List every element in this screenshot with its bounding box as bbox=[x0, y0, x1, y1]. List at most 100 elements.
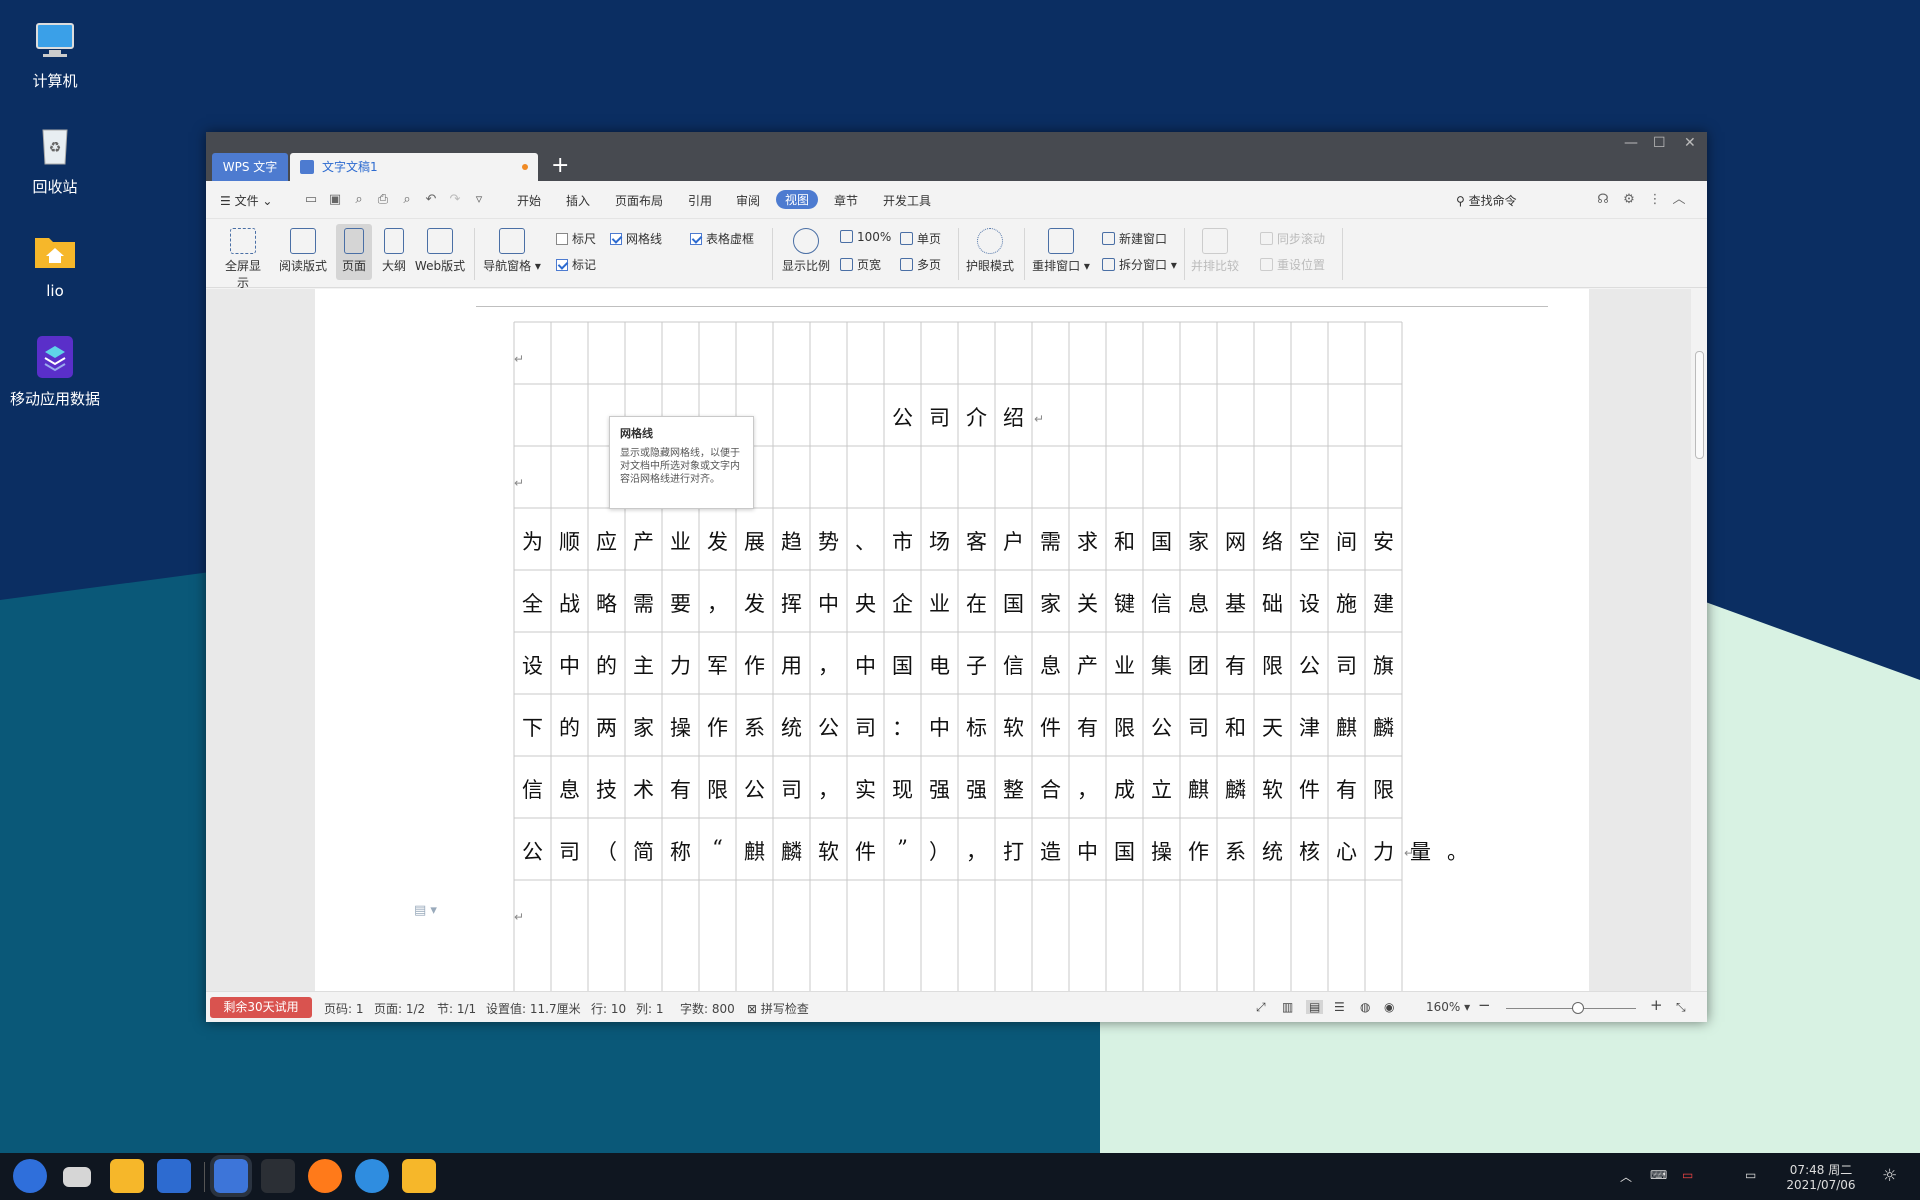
file-menu-button[interactable]: ☰ 文件 ⌄ bbox=[220, 192, 272, 209]
notification-icon[interactable]: ▭ bbox=[1682, 1168, 1693, 1182]
menu-reference[interactable]: 引用 bbox=[688, 192, 712, 209]
open-icon[interactable]: ▭ bbox=[304, 193, 318, 207]
page-code[interactable]: 页码: 1 bbox=[324, 1000, 364, 1017]
redo-icon[interactable]: ↷ bbox=[448, 193, 462, 207]
new-tab-button[interactable]: + bbox=[551, 152, 569, 180]
clock[interactable]: 07:48 周二 2021/07/06 bbox=[1786, 1161, 1856, 1192]
single-page-button[interactable]: 单页 bbox=[900, 230, 941, 247]
search-command[interactable]: ⚲ 查找命令 bbox=[1456, 192, 1517, 209]
tray-expand-icon[interactable]: ︿ bbox=[1620, 1168, 1632, 1185]
file-manager-icon[interactable] bbox=[110, 1159, 144, 1193]
arrange-window-button[interactable]: 重排窗口 ▾ bbox=[1032, 228, 1090, 274]
page-mode-status-icon[interactable]: ▤ bbox=[1306, 1000, 1324, 1014]
menu-chapter[interactable]: 章节 bbox=[834, 192, 858, 209]
setting-value[interactable]: 设置值: 11.7厘米 bbox=[486, 1000, 581, 1017]
reset-position-button[interactable]: 重设位置 bbox=[1260, 256, 1325, 273]
menu-page-layout[interactable]: 页面布局 bbox=[615, 192, 663, 209]
unsaved-dot-icon bbox=[522, 164, 528, 170]
page-view-button[interactable]: 页面 bbox=[336, 224, 372, 280]
menu-developer[interactable]: 开发工具 bbox=[883, 192, 931, 209]
zoom-slider-handle[interactable] bbox=[1572, 1002, 1584, 1014]
brightness-icon[interactable]: ☼ bbox=[1882, 1166, 1897, 1186]
messenger-icon[interactable] bbox=[355, 1159, 389, 1193]
paste-options-icon[interactable]: ▤ ▾ bbox=[414, 903, 437, 918]
gridline-checkbox[interactable]: 网格线 bbox=[610, 230, 662, 247]
zoom-in-button[interactable]: + bbox=[1650, 996, 1663, 1014]
zoom-100-button[interactable]: 100% bbox=[840, 230, 891, 244]
document-char: 限 bbox=[707, 778, 728, 802]
save-icon[interactable]: ▣ bbox=[328, 193, 342, 207]
folder-window-icon[interactable] bbox=[402, 1159, 436, 1193]
desktop-icon-mobile-data[interactable]: 移动应用数据 bbox=[0, 334, 110, 409]
print-icon[interactable]: ⎙ bbox=[376, 193, 390, 207]
document-page[interactable]: ↵ 公司介绍 ↵ ↵ 为顺应产业发展趋势、市场客户需求和国家网络空间安全战略需要，发挥中… bbox=[315, 289, 1589, 991]
fullscreen-button[interactable]: 全屏显示 bbox=[220, 228, 266, 291]
document-char: ” bbox=[897, 836, 908, 860]
keyboard-icon[interactable]: ⌨ bbox=[1650, 1168, 1667, 1182]
collapse-ribbon-icon[interactable]: ︿ bbox=[1672, 193, 1686, 207]
network-icon[interactable]: ▭ bbox=[1745, 1168, 1756, 1182]
eye-status-icon[interactable]: ◉ bbox=[1384, 1000, 1394, 1014]
mark-checkbox[interactable]: 标记 bbox=[556, 256, 596, 273]
wps-active-window-icon[interactable] bbox=[210, 1155, 252, 1197]
multitask-view-icon[interactable] bbox=[63, 1167, 91, 1187]
outline-button[interactable]: 大纲 bbox=[376, 228, 412, 274]
zoom-ratio-button[interactable]: 显示比例 bbox=[780, 228, 832, 274]
tab-wps-home[interactable]: WPS 文字 bbox=[212, 153, 288, 181]
desktop-icon-computer[interactable]: 计算机 bbox=[0, 16, 110, 91]
read-mode-button[interactable]: 阅读版式 bbox=[278, 228, 328, 274]
maximize-button[interactable]: ☐ bbox=[1653, 135, 1666, 151]
start-menu-icon[interactable] bbox=[13, 1159, 47, 1193]
multi-page-button[interactable]: 多页 bbox=[900, 256, 941, 273]
desktop-icon-trash[interactable]: ♻ 回收站 bbox=[0, 122, 110, 197]
web-layout-label: Web版式 bbox=[414, 259, 466, 273]
nav-pane-button[interactable]: 导航窗格 ▾ bbox=[482, 228, 542, 274]
trial-badge[interactable]: 剩余30天试用 bbox=[210, 997, 312, 1018]
print-preview-icon[interactable]: ⌕ bbox=[400, 193, 414, 207]
menu-review[interactable]: 审阅 bbox=[736, 192, 760, 209]
read-mode-status-icon[interactable]: ▥ bbox=[1282, 1000, 1293, 1014]
menu-insert[interactable]: 插入 bbox=[566, 192, 590, 209]
word-count[interactable]: 字数: 800 bbox=[680, 1000, 735, 1017]
zoom-out-button[interactable]: − bbox=[1478, 996, 1491, 1014]
document-char: 息 bbox=[1040, 654, 1061, 678]
quick-access-more-icon[interactable]: ▿ bbox=[472, 193, 486, 207]
undo-icon[interactable]: ↶ bbox=[424, 193, 438, 207]
menu-view[interactable]: 视图 bbox=[776, 190, 819, 209]
new-window-button[interactable]: 新建窗口 bbox=[1102, 230, 1167, 247]
document-char: 系 bbox=[1225, 840, 1246, 864]
support-icon[interactable]: ☊ bbox=[1596, 193, 1610, 207]
split-window-button[interactable]: 拆分窗口 ▾ bbox=[1102, 256, 1177, 273]
terminal-icon[interactable] bbox=[261, 1159, 295, 1193]
fullscreen-status-icon[interactable]: ⤢ bbox=[1256, 1000, 1266, 1015]
wps-writer-taskbar-icon[interactable] bbox=[157, 1159, 191, 1193]
minimize-button[interactable]: — bbox=[1624, 135, 1638, 151]
more-icon[interactable]: ⋮ bbox=[1648, 193, 1662, 207]
section-info[interactable]: 节: 1/1 bbox=[437, 1000, 476, 1017]
zoom-slider[interactable] bbox=[1506, 1008, 1636, 1009]
menu-start[interactable]: 开始 bbox=[517, 192, 541, 209]
page-count[interactable]: 页面: 1/2 bbox=[374, 1000, 425, 1017]
desktop-icon-home[interactable]: lio bbox=[0, 228, 110, 300]
sync-scroll-button[interactable]: 同步滚动 bbox=[1260, 230, 1325, 247]
scrollbar-thumb[interactable] bbox=[1695, 351, 1704, 459]
web-layout-button[interactable]: Web版式 bbox=[412, 228, 468, 274]
zoom-level[interactable]: 160% ▾ bbox=[1426, 1000, 1470, 1014]
document-char: 力 bbox=[670, 654, 691, 678]
close-button[interactable]: ✕ bbox=[1684, 135, 1696, 151]
fit-window-icon[interactable]: ⤡ bbox=[1676, 1000, 1686, 1015]
compare-button[interactable]: 并排比较 bbox=[1190, 228, 1240, 274]
table-border-checkbox[interactable]: 表格虚框 bbox=[690, 230, 754, 247]
gridline-tooltip: 网格线 显示或隐藏网格线，以便于对文档中所选对象或文字内容沿网格线进行对齐。 bbox=[609, 416, 754, 509]
tab-document[interactable]: 文字文稿1 bbox=[290, 153, 538, 181]
outline-status-icon[interactable]: ☰ bbox=[1334, 1000, 1345, 1014]
vertical-scrollbar[interactable] bbox=[1691, 289, 1707, 991]
firefox-icon[interactable] bbox=[308, 1159, 342, 1193]
page-width-button[interactable]: 页宽 bbox=[840, 256, 881, 273]
web-status-icon[interactable]: ◍ bbox=[1360, 1000, 1370, 1014]
spell-check-button[interactable]: ⊠ 拼写检查 bbox=[747, 1000, 809, 1017]
gear-icon[interactable]: ⚙ bbox=[1622, 193, 1636, 207]
eye-care-button[interactable]: 护眼模式 bbox=[964, 228, 1016, 274]
format-painter-icon[interactable]: ⌕ bbox=[352, 193, 366, 207]
ruler-checkbox[interactable]: 标尺 bbox=[556, 230, 596, 247]
